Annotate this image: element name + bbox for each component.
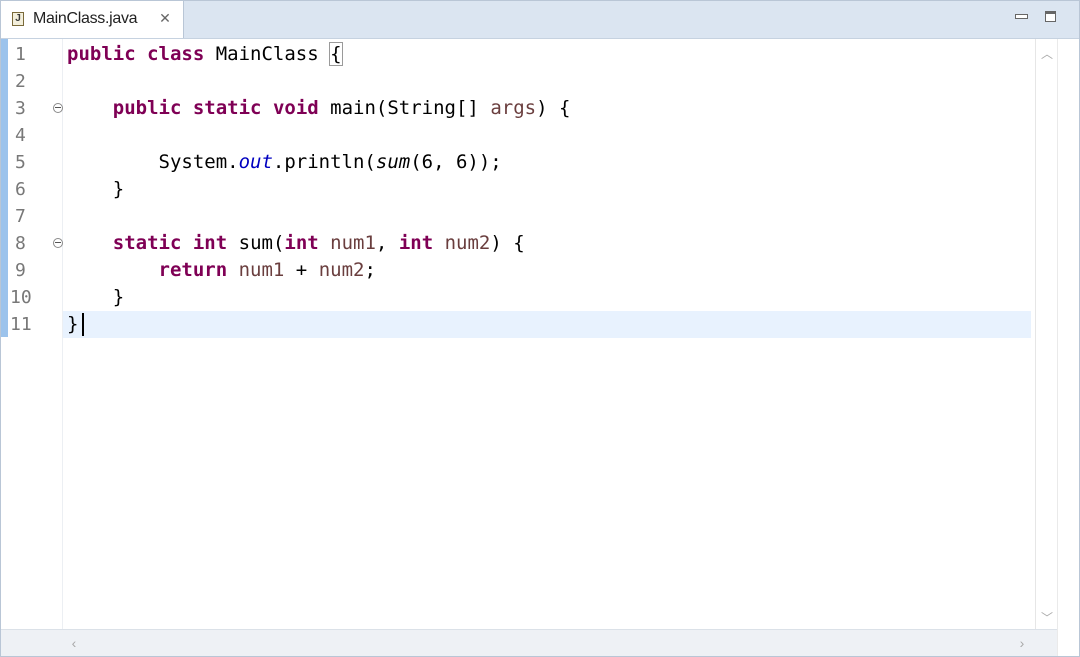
line-number: 6 — [15, 179, 26, 200]
fold-collapse-icon[interactable] — [53, 103, 63, 113]
code-line-11[interactable]: } — [67, 311, 78, 338]
code-line-1[interactable]: public class MainClass { — [67, 41, 343, 68]
scroll-down-icon[interactable]: ﹀ — [1040, 611, 1054, 625]
line-number-gutter: 1 2 3 4 5 6 7 8 9 10 11 — [8, 39, 63, 629]
java-file-icon: J — [12, 12, 24, 26]
java-editor: J MainClass.java ✕ 1 2 3 4 5 6 7 8 9 10 … — [0, 0, 1080, 657]
line-number: 2 — [15, 71, 26, 92]
editor-tab-bar: J MainClass.java ✕ — [1, 1, 1079, 39]
code-text: .println( — [272, 151, 376, 173]
method-signature: main(String[] — [318, 97, 491, 119]
parameter: num2 — [318, 259, 365, 281]
method-signature: sum( — [227, 232, 285, 254]
keyword: static — [112, 232, 182, 254]
keyword: static — [192, 97, 262, 119]
class-name: MainClass — [204, 43, 331, 65]
static-method-call: sum — [375, 151, 411, 173]
horizontal-scrollbar[interactable]: ‹ › — [1, 629, 1057, 656]
change-ruler — [1, 39, 8, 337]
code-text: , — [375, 232, 399, 254]
keyword: void — [272, 97, 319, 119]
code-line-10[interactable]: } — [67, 284, 124, 311]
overview-ruler-right — [1057, 39, 1079, 656]
code-text-area[interactable]: public class MainClass { public static v… — [63, 39, 1033, 629]
line-number: 9 — [15, 260, 26, 281]
parameter: args — [490, 97, 537, 119]
vertical-scrollbar[interactable]: ︿ ﹀ — [1035, 39, 1057, 629]
scroll-right-icon[interactable]: › — [1015, 636, 1029, 650]
tab-mainclass-java[interactable]: J MainClass.java ✕ — [1, 1, 184, 38]
line-number: 7 — [15, 206, 26, 227]
code-text: ) { — [536, 97, 571, 119]
code-text: System. — [158, 151, 239, 173]
minimize-icon[interactable] — [1013, 10, 1029, 26]
text-caret — [82, 313, 84, 336]
scroll-up-icon[interactable]: ︿ — [1040, 47, 1054, 61]
code-line-6[interactable]: } — [67, 176, 124, 203]
parameter: num1 — [227, 259, 285, 281]
code-text: ) { — [490, 232, 525, 254]
maximize-icon[interactable] — [1044, 10, 1060, 26]
tab-title: MainClass.java — [33, 10, 138, 27]
line-number: 1 — [15, 44, 26, 65]
parameter: num1 — [318, 232, 376, 254]
line-number: 11 — [10, 314, 32, 335]
line-number: 5 — [15, 152, 26, 173]
parameter: num2 — [433, 232, 491, 254]
code-text: ; — [364, 259, 376, 281]
line-number: 4 — [15, 125, 26, 146]
keyword: int — [398, 232, 434, 254]
keyword: int — [192, 232, 228, 254]
keyword: public — [67, 43, 136, 65]
operator: + — [284, 259, 319, 281]
line-number: 10 — [10, 287, 32, 308]
fold-collapse-icon[interactable] — [53, 238, 63, 248]
code-line-9[interactable]: return num1 + num2; — [67, 257, 376, 284]
keyword: return — [158, 259, 228, 281]
static-field: out — [238, 151, 273, 173]
code-text: (6, 6)); — [410, 151, 502, 173]
close-icon[interactable]: ✕ — [157, 10, 173, 26]
keyword: int — [284, 232, 319, 254]
scroll-left-icon[interactable]: ‹ — [67, 636, 81, 650]
keyword: class — [147, 43, 205, 65]
keyword: public — [112, 97, 182, 119]
matching-bracket: { — [329, 42, 343, 66]
code-line-5[interactable]: System.out.println(sum(6, 6)); — [67, 149, 502, 176]
code-line-3[interactable]: public static void main(String[] args) { — [67, 95, 571, 122]
code-line-8[interactable]: static int sum(int num1, int num2) { — [67, 230, 525, 257]
